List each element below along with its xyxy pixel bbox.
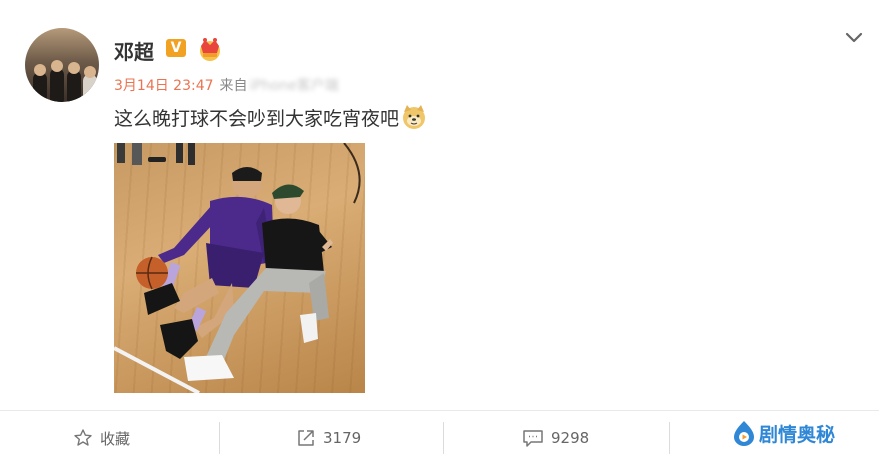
avatar-figure-head <box>68 62 80 74</box>
comment-icon <box>523 430 543 447</box>
crown-member-icon[interactable] <box>196 36 224 62</box>
post-photo[interactable] <box>114 143 365 393</box>
favorite-button[interactable]: 收藏 <box>73 426 130 450</box>
watermark-logo-icon <box>734 421 754 446</box>
post-timestamp[interactable]: 3月14日 23:47 <box>114 78 214 94</box>
comment-count: 9298 <box>551 429 590 447</box>
favorite-label: 收藏 <box>100 429 131 448</box>
weibo-post-card: 邓超 V 3月14日 23:47 来自 iPhone客户端 这么晚打球不会吵到大家吃… <box>0 0 879 462</box>
action-bar-divider <box>0 410 879 411</box>
avatar-figure <box>67 70 81 102</box>
watermark-text: 剧情奥秘 <box>759 423 836 446</box>
avatar-figure <box>33 72 47 102</box>
comment-button[interactable]: 9298 <box>522 426 589 450</box>
action-separator <box>443 422 444 454</box>
repost-count: 3179 <box>323 429 362 447</box>
user-avatar[interactable] <box>25 28 99 102</box>
avatar-figure <box>50 68 64 102</box>
username[interactable]: 邓超 <box>114 36 154 65</box>
repost-icon <box>298 430 314 446</box>
post-text-content: 这么晚打球不会吵到大家吃宵夜吧 <box>114 108 400 130</box>
watermark: 剧情奥秘 <box>733 418 835 448</box>
action-separator <box>669 422 670 454</box>
photo-illustration <box>114 143 361 393</box>
chevron-down-icon[interactable] <box>844 28 864 46</box>
post-text: 这么晚打球不会吵到大家吃宵夜吧 <box>114 104 427 131</box>
action-separator <box>219 422 220 454</box>
post-source-prefix: 来自 <box>219 78 248 94</box>
avatar-figure-head <box>84 66 96 78</box>
repost-button[interactable]: 3179 <box>296 426 361 450</box>
verified-icon: V <box>166 39 186 57</box>
avatar-figure <box>83 74 97 102</box>
doge-emoji-icon <box>403 105 426 129</box>
avatar-figure-head <box>51 60 63 72</box>
star-icon <box>74 429 92 446</box>
post-meta: 3月14日 23:47 来自 iPhone客户端 <box>114 75 339 95</box>
avatar-figure-head <box>34 64 46 76</box>
post-source[interactable]: iPhone客户端 <box>250 78 339 94</box>
